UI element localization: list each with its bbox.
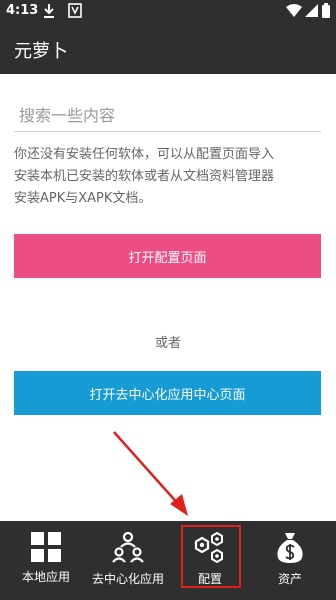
app-title: 元萝卜	[14, 41, 68, 62]
message-line: 你还没有安装任何软体，可以从配置页面导入	[14, 147, 275, 162]
battery-icon	[322, 3, 330, 18]
nav-item-local-apps[interactable]: 本地应用	[6, 521, 86, 600]
people-icon	[112, 532, 144, 563]
download-icon	[44, 4, 54, 18]
or-separator-text: 或者	[154, 336, 181, 351]
signal-icon	[305, 4, 318, 17]
grid-icon	[31, 532, 61, 562]
app-bar: 元萝卜	[0, 24, 336, 74]
money-bag-icon	[277, 533, 303, 563]
bottom-navigation: 本地应用 去中心化应用 配置 资产	[0, 521, 336, 600]
notification-box-icon	[68, 3, 82, 18]
open-decentralized-app-center-button[interactable]: 打开去中心化应用中心页面	[14, 371, 321, 415]
open-config-page-button[interactable]: 打开配置页面	[14, 234, 321, 278]
nav-item-assets[interactable]: 资产	[250, 521, 330, 600]
nav-label: 去中心化应用	[91, 572, 164, 586]
wifi-icon	[286, 4, 302, 17]
search-input[interactable]	[14, 100, 321, 132]
nav-item-decentralized-apps[interactable]: 去中心化应用	[86, 521, 170, 600]
annotation-highlight-box	[181, 525, 241, 588]
annotation-arrow-icon	[113, 431, 188, 516]
message-line: 安装APK与XAPK文档。	[14, 191, 152, 206]
empty-state-message: 你还没有安装任何软体，可以从配置页面导入 安装本机已安装的软体或者从文档资料管理…	[14, 144, 324, 210]
message-line: 安装本机已安装的软体或者从文档资料管理器	[14, 169, 275, 184]
nav-label: 本地应用	[21, 570, 70, 584]
status-bar: 4:13	[0, 0, 336, 24]
nav-label: 资产	[277, 572, 302, 586]
status-time: 4:13	[6, 3, 39, 18]
